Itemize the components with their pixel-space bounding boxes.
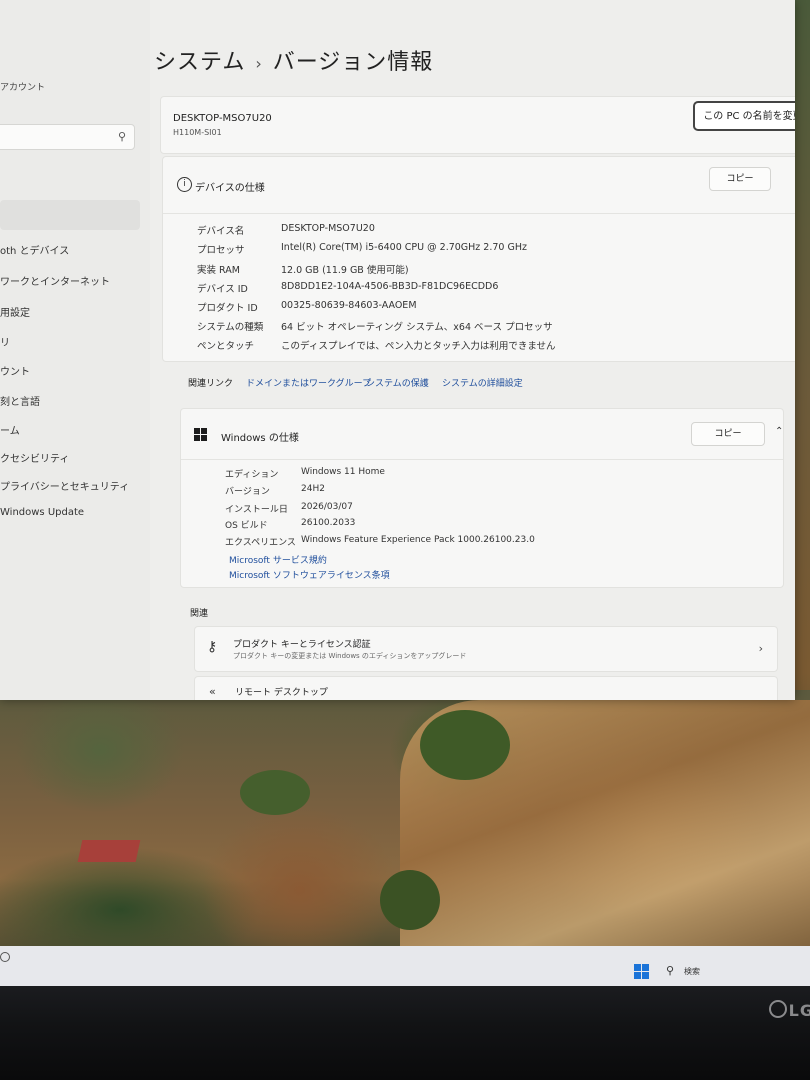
microsoft-license-terms-link[interactable]: Microsoft ソフトウェアライセンス条項	[229, 568, 390, 581]
sidebar-item-apps[interactable]: リ	[0, 334, 10, 349]
spec-value: 00325-80639-84603-AAOEM	[281, 300, 417, 311]
device-specs-copy-button[interactable]: コピー	[709, 167, 771, 191]
settings-main: システム › バージョン情報 DESKTOP-MSO7U20 H110M-SI01 …	[150, 0, 795, 700]
product-key-card[interactable]: ⚷ プロダクト キーとライセンス認証 プロダクト キーの変更または Window…	[194, 626, 778, 672]
windows-specs-card: Windows の仕様 コピー ⌃ エディション Windows 11 Home…	[180, 408, 784, 588]
device-name-card: DESKTOP-MSO7U20 H110M-SI01 この PC の名前を変更	[160, 96, 795, 154]
windows-specs-title: Windows の仕様	[221, 433, 299, 444]
domain-workgroup-link[interactable]: ドメインまたはワークグループ	[246, 376, 371, 389]
spec-label: バージョン	[225, 487, 270, 497]
spec-value: 26100.2033	[301, 518, 356, 528]
spec-value: 8D8DD1E2-104A-4506-BB3D-F81DC96ECDD6	[281, 281, 499, 292]
monitor-screen: アカウント ⚲ oth とデバイス ワークとインターネット 用設定 リ ウント …	[0, 0, 810, 960]
taskbar: ⚲ 検索	[0, 946, 810, 986]
taskbar-search-icon[interactable]: ⚲	[666, 964, 674, 977]
monitor-brand-text: LG	[788, 1001, 810, 1020]
spec-value: 64 ビット オペレーティング システム、x64 ベース プロセッサ	[281, 322, 553, 333]
page-title: システム › バージョン情報	[154, 44, 433, 76]
spec-value: このディスプレイでは、ペン入力とタッチ入力は利用できません	[281, 341, 556, 352]
device-model: H110M-SI01	[173, 128, 222, 137]
windows-specs-header[interactable]: Windows の仕様 コピー ⌃	[181, 409, 783, 460]
windows-logo-icon	[194, 428, 208, 442]
taskbar-search-label[interactable]: 検索	[684, 966, 700, 977]
lg-logo-icon	[768, 1000, 787, 1018]
breadcrumb-parent[interactable]: システム	[154, 50, 245, 75]
device-specs-card: i デバイスの仕様 コピー ⌃ デバイス名 DESKTOP-MSO7U20 プロ…	[162, 156, 795, 362]
settings-window: アカウント ⚲ oth とデバイス ワークとインターネット 用設定 リ ウント …	[0, 0, 795, 700]
spec-value: 24H2	[301, 484, 325, 494]
wallpaper-tree	[420, 710, 510, 780]
spec-label: デバイス名	[197, 226, 245, 237]
sidebar-item-network[interactable]: ワークとインターネット	[0, 273, 110, 288]
sidebar-item-system-selected[interactable]	[0, 200, 140, 230]
desktop-wallpaper	[0, 690, 810, 960]
spec-value: Intel(R) Core(TM) i5-6400 CPU @ 2.70GHz …	[281, 242, 527, 253]
spec-label: ペンとタッチ	[197, 341, 255, 352]
spec-label: エクスペリエンス	[225, 538, 296, 548]
spec-value: DESKTOP-MSO7U20	[281, 223, 375, 234]
sidebar-item-accessibility[interactable]: クセシビリティ	[0, 450, 69, 465]
spec-label: プロセッサ	[197, 245, 245, 256]
spec-value: Windows Feature Experience Pack 1000.261…	[301, 535, 535, 545]
spec-label: エディション	[225, 470, 279, 480]
sidebar-item-personalization[interactable]: 用設定	[0, 304, 30, 319]
related-heading: 関連	[190, 609, 209, 619]
settings-sidebar: アカウント ⚲ oth とデバイス ワークとインターネット 用設定 リ ウント …	[0, 0, 150, 700]
wallpaper-tree	[240, 770, 310, 815]
spec-label: システムの種類	[197, 322, 264, 333]
rename-pc-button[interactable]: この PC の名前を変更	[693, 101, 795, 131]
sidebar-item-accounts[interactable]: ウント	[0, 363, 30, 378]
system-protection-link[interactable]: システムの保護	[366, 376, 429, 389]
chevron-right-icon: ›	[758, 642, 763, 655]
monitor-bezel	[0, 986, 810, 1080]
spec-label: デバイス ID	[197, 284, 248, 295]
product-key-title: プロダクト キーとライセンス認証	[233, 640, 371, 650]
breadcrumb-current: バージョン情報	[272, 50, 434, 75]
device-name: DESKTOP-MSO7U20	[173, 113, 272, 124]
breadcrumb-separator: ›	[255, 54, 263, 73]
related-links-label: 関連リンク	[188, 379, 234, 389]
sidebar-item-privacy[interactable]: プライバシーとセキュリティ	[0, 478, 129, 493]
spec-label: プロダクト ID	[197, 303, 258, 314]
spec-label: インストール日	[225, 505, 288, 515]
spec-label: OS ビルド	[225, 521, 268, 531]
remote-desktop-icon: «	[209, 685, 216, 698]
spec-label: 実装 RAM	[197, 265, 240, 276]
device-specs-header[interactable]: i デバイスの仕様 コピー ⌃	[163, 157, 795, 214]
remote-desktop-title: リモート デスクトップ	[235, 688, 328, 698]
account-label[interactable]: アカウント	[0, 80, 45, 93]
spec-value: 2026/03/07	[301, 502, 353, 512]
chevron-up-icon[interactable]: ⌃	[775, 426, 783, 437]
sidebar-item-gaming[interactable]: ーム	[0, 422, 20, 437]
sidebar-item-time-language[interactable]: 刻と言語	[0, 393, 40, 408]
monitor-brand-logo: LG	[768, 1000, 810, 1020]
spec-value: Windows 11 Home	[301, 467, 385, 477]
product-key-description: プロダクト キーの変更または Windows のエディションをアップグレード	[233, 652, 467, 660]
wallpaper-tree	[380, 870, 440, 930]
wallpaper-house-roof	[77, 840, 141, 862]
info-icon: i	[177, 177, 192, 192]
remote-desktop-card[interactable]: « リモート デスクトップ	[194, 676, 778, 700]
microsoft-service-agreement-link[interactable]: Microsoft サービス規約	[229, 553, 327, 566]
search-icon: ⚲	[117, 130, 126, 143]
spec-value: 12.0 GB (11.9 GB 使用可能)	[281, 265, 409, 276]
device-specs-title: デバイスの仕様	[195, 183, 265, 194]
taskbar-widget-icon[interactable]	[0, 952, 10, 962]
start-button[interactable]	[634, 964, 650, 980]
related-links-bar: 関連リンク ドメインまたはワークグループ システムの保護 システムの詳細設定	[180, 372, 795, 394]
sidebar-item-windows-update[interactable]: Windows Update	[0, 507, 84, 518]
windows-specs-copy-button[interactable]: コピー	[691, 422, 765, 446]
advanced-system-settings-link[interactable]: システムの詳細設定	[442, 376, 523, 389]
settings-search-input[interactable]: ⚲	[0, 124, 135, 150]
sidebar-item-bluetooth[interactable]: oth とデバイス	[0, 242, 69, 257]
key-icon: ⚷	[207, 639, 218, 655]
